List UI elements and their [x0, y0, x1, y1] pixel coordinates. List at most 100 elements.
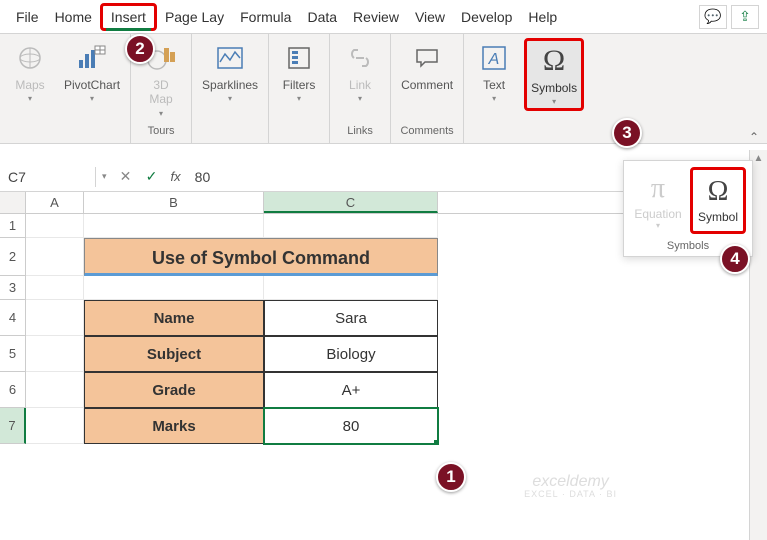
ribbon-group-sparklines: Sparklines ▾: [192, 34, 269, 143]
value-cell[interactable]: Biology: [264, 336, 438, 372]
ribbon: Maps ▾ PivotChart ▾ 3D Map ▾ Tour: [0, 34, 767, 144]
cell[interactable]: [84, 276, 264, 300]
ribbon-group-comments: Comment Comments: [391, 34, 464, 143]
step-badge-2: 2: [125, 34, 155, 64]
tab-developer[interactable]: Develop: [453, 3, 520, 31]
ribbon-collapse-icon[interactable]: ⌃: [749, 130, 759, 144]
cell[interactable]: [84, 214, 264, 238]
col-header-b[interactable]: B: [84, 192, 264, 213]
omega-icon: Ω: [708, 174, 729, 210]
step-badge-3: 3: [612, 118, 642, 148]
cancel-formula-icon[interactable]: ✕: [113, 168, 139, 185]
filters-button[interactable]: Filters ▾: [275, 38, 323, 105]
pi-icon: π: [651, 171, 665, 207]
cell[interactable]: [26, 336, 84, 372]
chevron-down-icon: ▾: [159, 109, 163, 118]
tab-help[interactable]: Help: [520, 3, 565, 31]
fill-handle[interactable]: [434, 440, 438, 444]
textbox-icon: A: [478, 40, 510, 76]
tab-bar: File Home Insert Page Lay Formula Data R…: [0, 0, 767, 34]
cell[interactable]: [264, 214, 438, 238]
col-header-c[interactable]: C: [264, 192, 438, 213]
name-box[interactable]: C7: [0, 167, 96, 187]
cell[interactable]: [26, 408, 84, 444]
select-all-corner[interactable]: [0, 192, 26, 213]
selected-cell[interactable]: 80: [264, 408, 438, 444]
links-group-label: Links: [347, 123, 373, 139]
tours-group-label: Tours: [148, 123, 175, 139]
label-cell[interactable]: Marks: [84, 408, 264, 444]
pivotchart-button[interactable]: PivotChart ▾: [60, 38, 124, 105]
tab-formulas[interactable]: Formula: [232, 3, 299, 31]
fx-icon[interactable]: fx: [165, 169, 187, 184]
link-button[interactable]: Link ▾: [336, 38, 384, 105]
row-header[interactable]: 6: [0, 372, 26, 408]
row-header[interactable]: 2: [0, 238, 26, 276]
ribbon-group-links: Link ▾ Links: [330, 34, 391, 143]
row-header[interactable]: 1: [0, 214, 26, 238]
step-badge-4: 4: [720, 244, 750, 274]
link-icon: [344, 40, 376, 76]
tab-pagelayout[interactable]: Page Lay: [157, 3, 232, 31]
tab-file[interactable]: File: [8, 3, 47, 31]
label-cell[interactable]: Name: [84, 300, 264, 336]
chevron-down-icon: ▾: [228, 94, 232, 103]
chevron-down-icon: ▾: [297, 94, 301, 103]
tab-data[interactable]: Data: [299, 3, 345, 31]
share-icon[interactable]: ⇪: [731, 5, 759, 29]
tab-view[interactable]: View: [407, 3, 453, 31]
watermark: exceldemy EXCEL · DATA · BI: [524, 473, 617, 500]
comment-button[interactable]: Comment: [397, 38, 457, 94]
tab-active-underline: [106, 28, 151, 31]
maps-button[interactable]: Maps ▾: [6, 38, 54, 105]
equation-button[interactable]: π Equation ▾: [630, 167, 686, 234]
symbols-button[interactable]: Ω Symbols ▾: [524, 38, 584, 111]
tab-review[interactable]: Review: [345, 3, 407, 31]
step-badge-1: 1: [436, 462, 466, 492]
row-3: 3: [0, 276, 767, 300]
col-header-a[interactable]: A: [26, 192, 84, 213]
value-cell[interactable]: Sara: [264, 300, 438, 336]
row-header[interactable]: 5: [0, 336, 26, 372]
symbol-button[interactable]: Ω Symbol: [690, 167, 746, 234]
cell[interactable]: [26, 276, 84, 300]
label-cell[interactable]: Subject: [84, 336, 264, 372]
chevron-down-icon: ▾: [492, 94, 496, 103]
value-cell[interactable]: A+: [264, 372, 438, 408]
chevron-down-icon[interactable]: ▾: [96, 171, 113, 182]
ribbon-group-filters: Filters ▾: [269, 34, 330, 143]
cell[interactable]: [26, 238, 84, 276]
cell[interactable]: [264, 276, 438, 300]
accept-formula-icon[interactable]: ✓: [139, 168, 165, 185]
comments-shortcut-icon[interactable]: 💬: [699, 5, 727, 29]
pivotchart-icon: [76, 40, 108, 76]
cell[interactable]: [26, 214, 84, 238]
sparklines-button[interactable]: Sparklines ▾: [198, 38, 262, 105]
chevron-down-icon: ▾: [28, 94, 32, 103]
label-cell[interactable]: Grade: [84, 372, 264, 408]
row-header[interactable]: 7: [0, 408, 26, 444]
title-cell[interactable]: Use of Symbol Command: [84, 238, 438, 276]
comments-group-label: Comments: [400, 123, 453, 139]
row-4: 4 Name Sara: [0, 300, 767, 336]
ribbon-group-charts: Maps ▾ PivotChart ▾: [0, 34, 131, 143]
text-button[interactable]: A Text ▾: [470, 38, 518, 105]
sparklines-icon: [214, 40, 246, 76]
chevron-down-icon: ▾: [358, 94, 362, 103]
cell[interactable]: [26, 372, 84, 408]
row-6: 6 Grade A+: [0, 372, 767, 408]
tabbar-right: 💬 ⇪: [699, 5, 767, 29]
cell[interactable]: [26, 300, 84, 336]
tab-insert[interactable]: Insert: [100, 3, 157, 31]
row-header[interactable]: 4: [0, 300, 26, 336]
ribbon-group-textsymbols: A Text ▾ Ω Symbols ▾: [464, 34, 590, 143]
row-header[interactable]: 3: [0, 276, 26, 300]
globe-icon: [14, 40, 46, 76]
svg-text:A: A: [488, 51, 500, 68]
tab-home[interactable]: Home: [47, 3, 100, 31]
row-5: 5 Subject Biology: [0, 336, 767, 372]
chevron-down-icon: ▾: [552, 97, 556, 106]
tab-insert-label: Insert: [111, 9, 146, 25]
comment-icon: [411, 40, 443, 76]
omega-icon: Ω: [538, 43, 570, 79]
